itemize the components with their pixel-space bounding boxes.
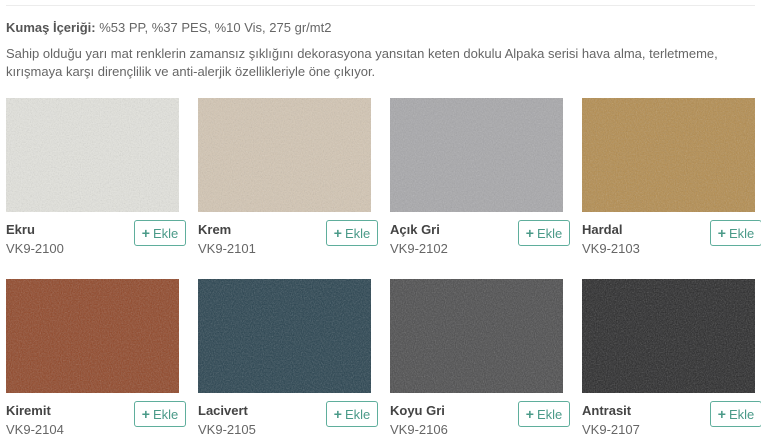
add-button[interactable]: + Ekle [710,401,761,427]
fabric-content: Kumaş İçeriği: %53 PP, %37 PES, %10 Vis,… [6,20,331,35]
fabric-name: Antrasit [582,403,632,418]
fabric-card: Koyu Gri VK9-2106 + Ekle [390,279,570,441]
fabric-name: Açık Gri [390,222,440,237]
add-button[interactable]: + Ekle [134,220,186,246]
plus-icon: + [333,406,342,422]
fabric-swatch[interactable] [198,279,371,393]
add-button-label: Ekle [152,406,179,422]
fabric-code: VK9-2107 [582,422,640,437]
fabric-name: Hardal [582,222,623,237]
add-button[interactable]: + Ekle [326,220,378,246]
fabric-swatch[interactable] [390,98,563,212]
fabric-swatch[interactable] [582,279,755,393]
fabric-card: Açık Gri VK9-2102 + Ekle [390,98,570,260]
add-button[interactable]: + Ekle [710,220,761,246]
fabric-swatch[interactable] [6,279,179,393]
fabric-code: VK9-2102 [390,241,448,256]
fabric-name: Krem [198,222,232,237]
fabric-swatch[interactable] [582,98,755,212]
fabric-name: Koyu Gri [390,403,445,418]
fabric-card: Krem VK9-2101 + Ekle [198,98,378,260]
fabric-swatch[interactable] [198,98,371,212]
fabric-content-label: Kumaş İçeriği: [6,20,96,35]
fabric-name: Ekru [6,222,35,237]
add-button-label: Ekle [728,225,755,241]
add-button[interactable]: + Ekle [326,401,378,427]
plus-icon: + [141,406,150,422]
fabric-code: VK9-2100 [6,241,64,256]
plus-icon: + [333,225,342,241]
add-button-label: Ekle [152,225,179,241]
fabric-card: Hardal VK9-2103 + Ekle [582,98,761,260]
top-divider [6,5,755,6]
fabric-code: VK9-2105 [198,422,256,437]
fabric-card: Lacivert VK9-2105 + Ekle [198,279,378,441]
fabric-swatch[interactable] [6,98,179,212]
fabric-name: Lacivert [198,403,248,418]
product-description: Sahip olduğu yarı mat renklerin zamansız… [6,46,718,79]
add-button-label: Ekle [536,406,563,422]
fabric-code: VK9-2106 [390,422,448,437]
fabric-card: Kiremit VK9-2104 + Ekle [6,279,186,441]
plus-icon: + [717,406,726,422]
add-button-label: Ekle [344,406,371,422]
add-button[interactable]: + Ekle [518,401,570,427]
add-button-label: Ekle [536,225,563,241]
fabric-card: Antrasit VK9-2107 + Ekle [582,279,761,441]
plus-icon: + [525,225,534,241]
plus-icon: + [141,225,150,241]
add-button-label: Ekle [344,225,371,241]
fabric-name: Kiremit [6,403,51,418]
plus-icon: + [717,225,726,241]
fabric-swatch[interactable] [390,279,563,393]
fabric-content-value: %53 PP, %37 PES, %10 Vis, 275 gr/mt2 [99,20,332,35]
fabric-card: Ekru VK9-2100 + Ekle [6,98,186,260]
add-button[interactable]: + Ekle [518,220,570,246]
fabric-code: VK9-2101 [198,241,256,256]
fabric-code: VK9-2103 [582,241,640,256]
add-button[interactable]: + Ekle [134,401,186,427]
fabric-code: VK9-2104 [6,422,64,437]
plus-icon: + [525,406,534,422]
add-button-label: Ekle [728,406,755,422]
